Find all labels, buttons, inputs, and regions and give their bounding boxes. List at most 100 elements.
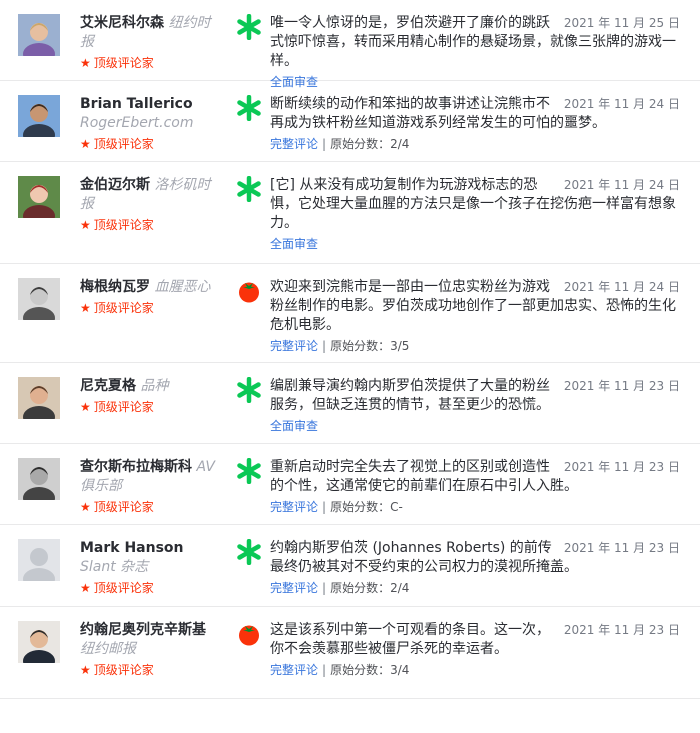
critic-publication[interactable]: Slant 杂志 (80, 559, 148, 575)
review-link[interactable]: 完整评论 (270, 137, 318, 151)
original-score-label: 原始分数： (330, 500, 391, 514)
star-icon: ★ (80, 500, 91, 514)
review-link[interactable]: 全面审查 (270, 237, 318, 251)
top-critic-badge: ★ 顶级评论家 (80, 498, 220, 517)
review-row: 艾米尼科尔森 纽约时报 ★ 顶级评论家 2021 年 11 月 25 日 唯一令人… (0, 0, 700, 89)
top-critic-label: 顶级评论家 (93, 301, 154, 315)
top-critic-label: 顶级评论家 (93, 137, 154, 151)
rotten-splat-icon (236, 94, 262, 122)
critic-avatar[interactable] (18, 539, 60, 581)
top-critic-badge: ★ 顶级评论家 (80, 579, 220, 598)
review-row: 查尔斯布拉梅斯科 AV 俱乐部 ★ 顶级评论家 2021 年 11 月 23 日 … (0, 444, 700, 525)
critic-name[interactable]: Brian Tallerico (80, 96, 193, 112)
top-critic-badge: ★ 顶级评论家 (80, 216, 220, 235)
top-critic-label: 顶级评论家 (93, 400, 154, 414)
fresh-tomato-icon (236, 278, 262, 304)
review-link[interactable]: 完整评论 (270, 500, 318, 514)
review-date: 2021 年 11 月 24 日 (563, 280, 680, 294)
review-date: 2021 年 11 月 23 日 (563, 623, 680, 637)
critic-info: 约翰尼奥列克辛斯基 纽约邮报 ★ 顶级评论家 (80, 621, 220, 680)
top-critic-label: 顶级评论家 (93, 663, 154, 677)
review-link[interactable]: 全面审查 (270, 419, 318, 433)
critic-name[interactable]: 艾米尼科尔森 (80, 15, 164, 31)
critic-name[interactable]: 梅根纳瓦罗 (80, 279, 150, 295)
review-row: Brian Tallerico RogerEbert.com ★ 顶级评论家 20… (0, 81, 700, 162)
separator: | (322, 137, 327, 151)
separator: | (322, 663, 327, 677)
critic-avatar[interactable] (18, 621, 60, 663)
critic-avatar[interactable] (18, 377, 60, 419)
critic-name[interactable]: 尼克夏格 (80, 378, 136, 394)
rotten-splat-icon (236, 376, 262, 404)
rotten-splat-icon (236, 457, 262, 485)
star-icon: ★ (80, 400, 91, 414)
original-score-value: 3/5 (390, 339, 410, 353)
top-critic-badge: ★ 顶级评论家 (80, 398, 220, 417)
critic-publication[interactable]: 血腥恶心 (154, 279, 210, 295)
critic-publication[interactable]: RogerEbert.com (80, 115, 194, 131)
critic-info: 金伯迈尔斯 洛杉矶时报 ★ 顶级评论家 (80, 176, 220, 235)
review-row: 金伯迈尔斯 洛杉矶时报 ★ 顶级评论家 2021 年 11 月 24 日 [它] … (0, 162, 700, 264)
rotten-splat-icon (236, 175, 262, 203)
top-critic-badge: ★ 顶级评论家 (80, 54, 220, 73)
top-critic-label: 顶级评论家 (93, 581, 154, 595)
star-icon: ★ (80, 218, 91, 232)
separator: | (322, 500, 327, 514)
review-row: 梅根纳瓦罗 血腥恶心 ★ 顶级评论家 2021 年 11 月 24 日 欢迎来到浣… (0, 264, 700, 363)
critic-name[interactable]: 约翰尼奥列克辛斯基 (80, 622, 206, 638)
critic-publication[interactable]: 品种 (140, 378, 168, 394)
top-critic-badge: ★ 顶级评论家 (80, 135, 220, 154)
top-critic-badge: ★ 顶级评论家 (80, 661, 220, 680)
critic-info: 艾米尼科尔森 纽约时报 ★ 顶级评论家 (80, 14, 220, 73)
critic-avatar[interactable] (18, 14, 60, 56)
star-icon: ★ (80, 301, 91, 315)
critic-info: 梅根纳瓦罗 血腥恶心 ★ 顶级评论家 (80, 278, 220, 318)
original-score-value: C- (390, 500, 403, 514)
critic-avatar[interactable] (18, 176, 60, 218)
rotten-splat-icon (236, 538, 262, 566)
original-score-label: 原始分数： (330, 581, 391, 595)
critic-name[interactable]: Mark Hanson (80, 540, 184, 556)
review-date: 2021 年 11 月 23 日 (563, 460, 680, 474)
review-link[interactable]: 完整评论 (270, 339, 318, 353)
review-date: 2021 年 11 月 23 日 (563, 379, 680, 393)
review-row: 约翰尼奥列克辛斯基 纽约邮报 ★ 顶级评论家 2021 年 11 月 23 日 这… (0, 607, 700, 699)
critic-info: Mark Hanson Slant 杂志 ★ 顶级评论家 (80, 539, 220, 598)
review-row: Mark Hanson Slant 杂志 ★ 顶级评论家 2021 年 11 月 … (0, 525, 700, 607)
review-link[interactable]: 完整评论 (270, 663, 318, 677)
fresh-tomato-icon (236, 621, 262, 647)
top-critic-label: 顶级评论家 (93, 56, 154, 70)
separator: | (322, 581, 327, 595)
review-row: 尼克夏格 品种 ★ 顶级评论家 2021 年 11 月 23 日 编剧兼导演约翰内… (0, 363, 700, 444)
star-icon: ★ (80, 137, 91, 151)
critic-name[interactable]: 金伯迈尔斯 (80, 177, 150, 193)
critic-info: 尼克夏格 品种 ★ 顶级评论家 (80, 377, 220, 417)
critic-avatar[interactable] (18, 458, 60, 500)
star-icon: ★ (80, 56, 91, 70)
review-date: 2021 年 11 月 24 日 (563, 178, 680, 192)
original-score-label: 原始分数： (330, 137, 391, 151)
review-link[interactable]: 完整评论 (270, 581, 318, 595)
critic-avatar[interactable] (18, 95, 60, 137)
original-score-value: 2/4 (390, 581, 410, 595)
critic-publication[interactable]: 纽约邮报 (80, 641, 136, 657)
top-critic-label: 顶级评论家 (93, 500, 154, 514)
top-critic-badge: ★ 顶级评论家 (80, 299, 220, 318)
rotten-splat-icon (236, 13, 262, 41)
review-date: 2021 年 11 月 23 日 (563, 541, 680, 555)
review-date: 2021 年 11 月 24 日 (563, 97, 680, 111)
critic-reviews-list: 艾米尼科尔森 纽约时报 ★ 顶级评论家 2021 年 11 月 25 日 唯一令人… (0, 0, 700, 699)
star-icon: ★ (80, 663, 91, 677)
star-icon: ★ (80, 581, 91, 595)
critic-info: 查尔斯布拉梅斯科 AV 俱乐部 ★ 顶级评论家 (80, 458, 220, 517)
separator: | (322, 339, 327, 353)
original-score-value: 3/4 (390, 663, 410, 677)
critic-info: Brian Tallerico RogerEbert.com ★ 顶级评论家 (80, 95, 220, 154)
original-score-label: 原始分数： (330, 339, 391, 353)
review-date: 2021 年 11 月 25 日 (563, 16, 680, 30)
critic-name[interactable]: 查尔斯布拉梅斯科 (80, 459, 192, 475)
critic-avatar[interactable] (18, 278, 60, 320)
original-score-label: 原始分数： (330, 663, 391, 677)
top-critic-label: 顶级评论家 (93, 218, 154, 232)
original-score-value: 2/4 (390, 137, 410, 151)
